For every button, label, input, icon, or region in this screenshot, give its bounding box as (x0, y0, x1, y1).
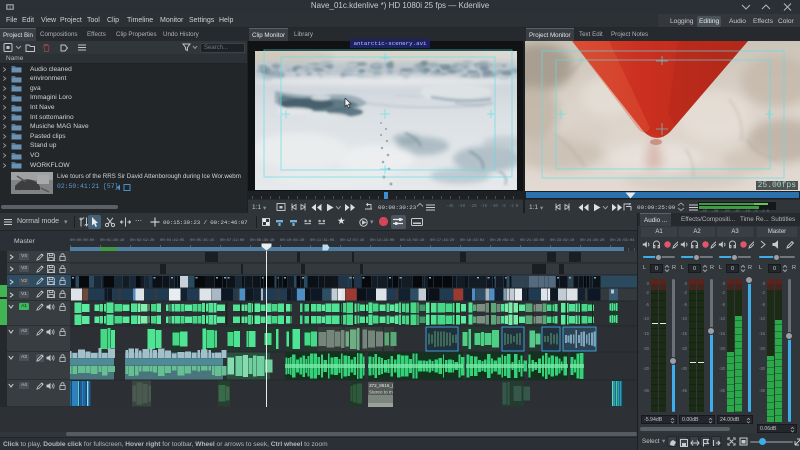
svg-text:Stereo to m: Stereo to m (369, 390, 393, 395)
svg-text:372_8616_(: 372_8616_( (369, 383, 394, 388)
